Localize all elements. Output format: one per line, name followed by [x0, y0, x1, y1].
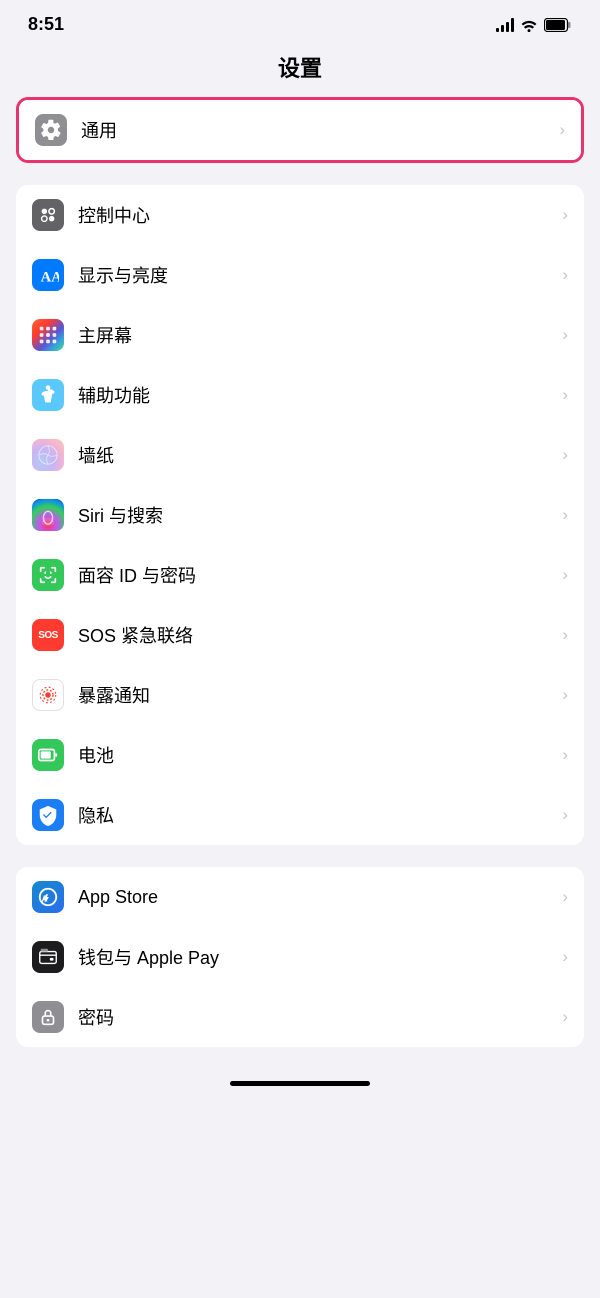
row-sos[interactable]: SOS SOS 紧急联络 ›: [16, 605, 584, 665]
status-time: 8:51: [28, 14, 64, 35]
chevron-icon: ›: [562, 385, 568, 405]
row-appstore-label: App Store: [78, 887, 554, 908]
wifi-icon: [520, 18, 538, 32]
row-battery-label: 电池: [78, 742, 554, 768]
signal-icon: [496, 18, 514, 32]
privacy-icon: [32, 799, 64, 831]
chevron-icon: ›: [562, 505, 568, 525]
row-sos-label: SOS 紧急联络: [78, 622, 554, 648]
password-icon: [32, 1001, 64, 1033]
exposure-icon: [32, 679, 64, 711]
status-icons: [496, 18, 572, 32]
row-faceid-label: 面容 ID 与密码: [78, 562, 554, 588]
appstore-icon: A: [32, 881, 64, 913]
row-privacy[interactable]: 隐私 ›: [16, 785, 584, 845]
store-section: A App Store › 钱包与 Apple Pay › 密码: [16, 867, 584, 1047]
row-wallet-label: 钱包与 Apple Pay: [78, 944, 554, 970]
svg-text:AA: AA: [41, 269, 59, 285]
row-general[interactable]: 通用 ›: [19, 100, 581, 160]
row-privacy-label: 隐私: [78, 802, 554, 828]
wallet-icon: [32, 941, 64, 973]
chevron-icon: ›: [559, 120, 565, 140]
chevron-icon: ›: [562, 625, 568, 645]
main-section: 控制中心 › AA 显示与亮度 › 主屏幕 ›: [16, 185, 584, 845]
row-battery[interactable]: 电池 ›: [16, 725, 584, 785]
accessibility-icon: [32, 379, 64, 411]
row-accessibility[interactable]: 辅助功能 ›: [16, 365, 584, 425]
home-bar: [230, 1081, 370, 1086]
svg-text:A: A: [42, 895, 48, 904]
chevron-icon: ›: [562, 685, 568, 705]
battery-settings-icon: [32, 739, 64, 771]
faceid-icon: [32, 559, 64, 591]
gear-icon: [35, 114, 67, 146]
home-screen-icon: [32, 319, 64, 351]
chevron-icon: ›: [562, 947, 568, 967]
battery-icon: [544, 18, 572, 32]
chevron-icon: ›: [562, 565, 568, 585]
wallpaper-icon: [32, 439, 64, 471]
row-wallet[interactable]: 钱包与 Apple Pay ›: [16, 927, 584, 987]
row-faceid[interactable]: 面容 ID 与密码 ›: [16, 545, 584, 605]
siri-icon: [32, 499, 64, 531]
row-exposure[interactable]: 暴露通知 ›: [16, 665, 584, 725]
row-home-screen-label: 主屏幕: [78, 322, 554, 348]
row-accessibility-label: 辅助功能: [78, 382, 554, 408]
row-display[interactable]: AA 显示与亮度 ›: [16, 245, 584, 305]
status-bar: 8:51: [0, 0, 600, 43]
row-general-label: 通用: [81, 117, 551, 143]
row-display-label: 显示与亮度: [78, 262, 554, 288]
row-siri-label: Siri 与搜索: [78, 502, 554, 528]
row-wallpaper-label: 墙纸: [78, 442, 554, 468]
row-password[interactable]: 密码 ›: [16, 987, 584, 1047]
chevron-icon: ›: [562, 205, 568, 225]
control-center-icon: [32, 199, 64, 231]
chevron-icon: ›: [562, 805, 568, 825]
row-siri[interactable]: Siri 与搜索 ›: [16, 485, 584, 545]
chevron-icon: ›: [562, 1007, 568, 1027]
row-control-center[interactable]: 控制中心 ›: [16, 185, 584, 245]
home-indicator: [0, 1069, 600, 1092]
row-exposure-label: 暴露通知: [78, 682, 554, 708]
chevron-icon: ›: [562, 745, 568, 765]
chevron-icon: ›: [562, 887, 568, 907]
chevron-icon: ›: [562, 325, 568, 345]
row-home-screen[interactable]: 主屏幕 ›: [16, 305, 584, 365]
row-control-center-label: 控制中心: [78, 202, 554, 228]
row-password-label: 密码: [78, 1004, 554, 1030]
chevron-icon: ›: [562, 265, 568, 285]
general-section: 通用 ›: [16, 97, 584, 163]
row-appstore[interactable]: A App Store ›: [16, 867, 584, 927]
chevron-icon: ›: [562, 445, 568, 465]
row-wallpaper[interactable]: 墙纸 ›: [16, 425, 584, 485]
sos-icon: SOS: [32, 619, 64, 651]
display-icon: AA: [32, 259, 64, 291]
page-title: 设置: [0, 43, 600, 97]
